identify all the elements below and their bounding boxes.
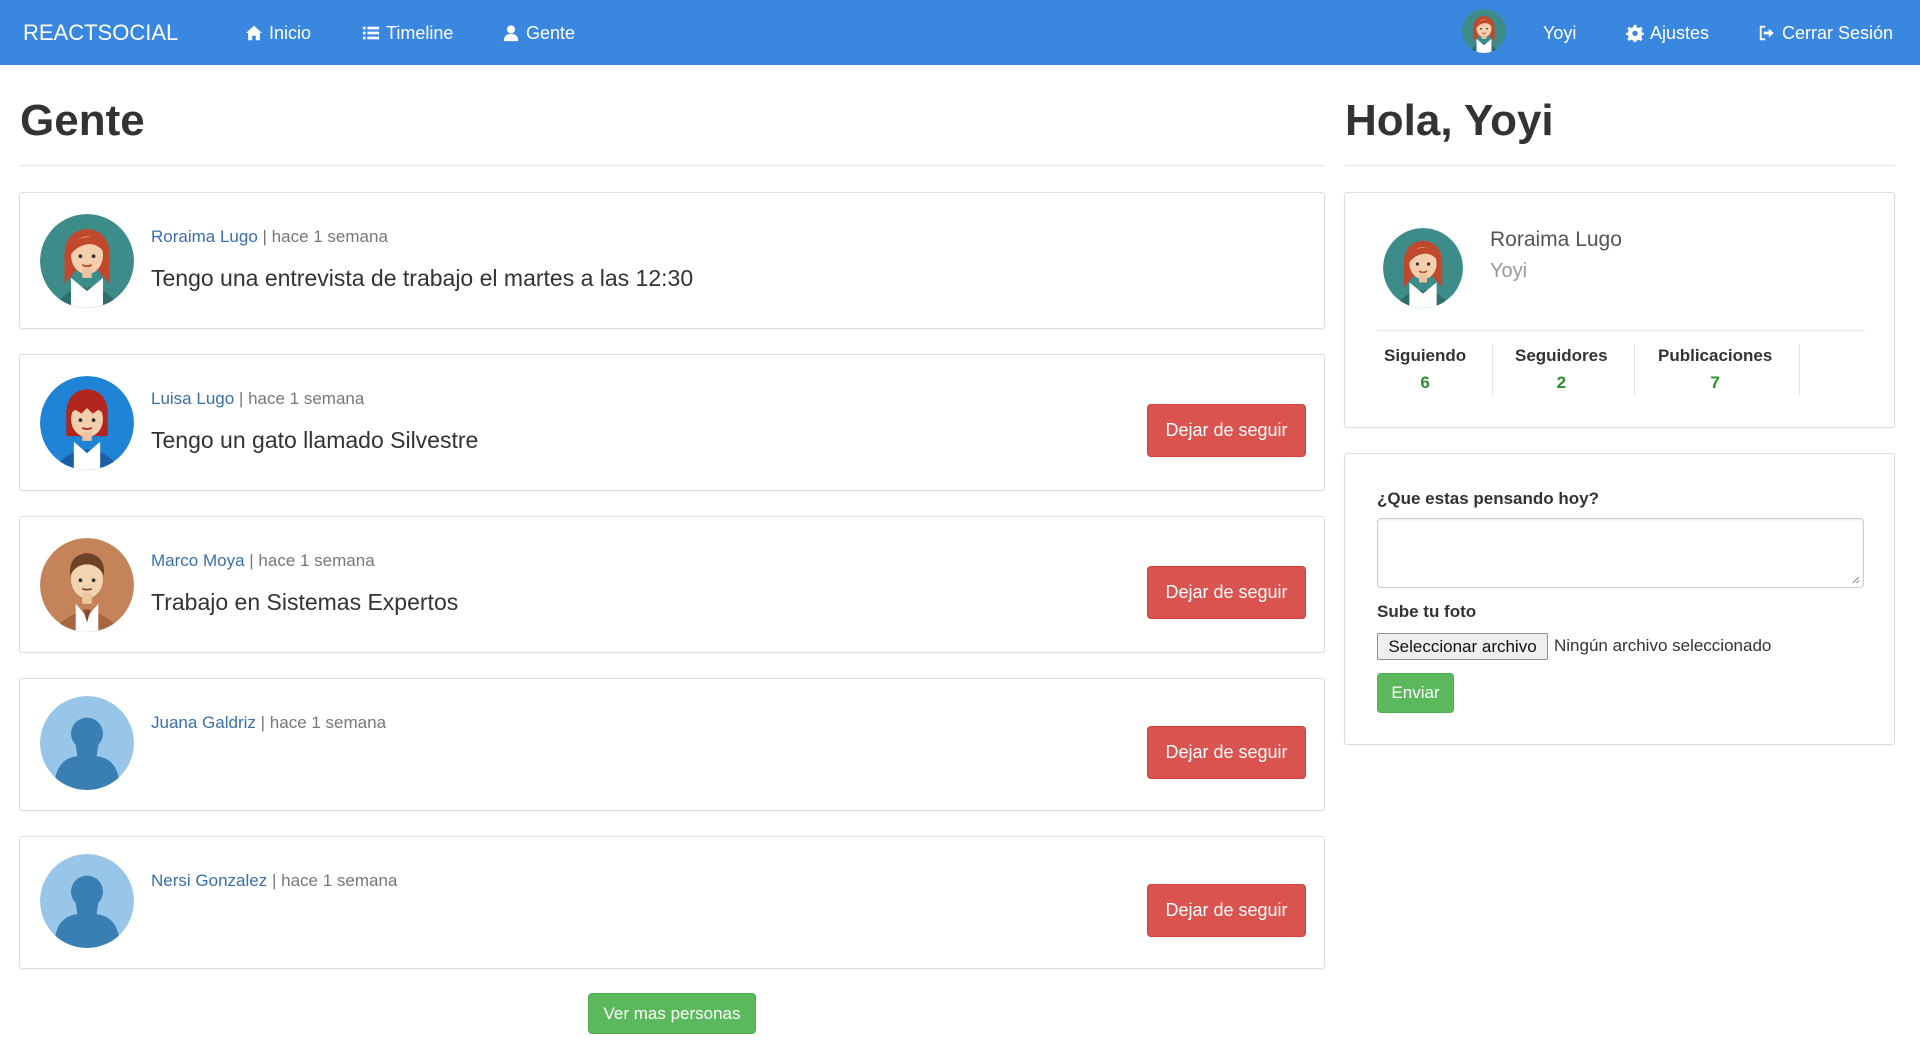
person-meta: Nersi Gonzalez | hace 1 semana: [151, 871, 397, 891]
person-bio: Trabajo en Sistemas Expertos: [151, 589, 459, 615]
woman-redhair-avatar-icon: [1462, 9, 1506, 53]
default-user-avatar-icon: [40, 854, 134, 948]
stat-label: Publicaciones: [1658, 346, 1773, 365]
person-meta: Roraima Lugo | hace 1 semana: [151, 227, 388, 247]
meta-separator: |: [271, 871, 277, 890]
person-card: Juana Galdriz | hace 1 semana Dejar de s…: [19, 678, 1325, 811]
user-icon: [503, 25, 519, 42]
top-navbar: REACTSOCIAL Inicio Timeline Gente Yoyi A…: [0, 0, 1920, 65]
stat-label: Siguiendo: [1384, 346, 1467, 365]
profile-divider: [1377, 330, 1865, 331]
person-meta: Juana Galdriz | hace 1 semana: [151, 713, 386, 733]
file-status: Ningún archivo seleccionado: [1554, 636, 1772, 655]
person-time: hace 1 semana: [281, 871, 398, 890]
person-time: hace 1 semana: [258, 551, 375, 570]
file-select-button[interactable]: Seleccionar archivo: [1377, 633, 1548, 660]
nav-link-settings[interactable]: Ajustes: [1626, 22, 1709, 44]
stat-value: 7: [1710, 373, 1720, 392]
post-question-label: ¿Que estas pensando hoy?: [1377, 489, 1599, 508]
post-textarea[interactable]: [1377, 518, 1864, 588]
logout-icon: [1759, 25, 1774, 41]
stat-separator: [1634, 344, 1635, 396]
stat-separator: [1799, 344, 1800, 396]
stat-following[interactable]: Siguiendo 6: [1384, 346, 1466, 393]
stat-value: 2: [1556, 373, 1567, 392]
home-icon: [245, 25, 263, 41]
nav-link-logout[interactable]: Cerrar Sesión: [1758, 22, 1893, 44]
person-time: hace 1 semana: [269, 713, 387, 732]
nav-link-gente-label: Gente: [526, 22, 576, 43]
page-title: Gente: [20, 96, 145, 145]
person-card: Marco Moya | hace 1 semana Trabajo en Si…: [19, 516, 1325, 653]
woman-bangs-avatar-icon: [40, 376, 134, 470]
profile-card: Roraima Lugo Yoyi Siguiendo 6 Seguidores…: [1344, 192, 1895, 428]
list-icon: [362, 26, 380, 40]
person-time: hace 1 semana: [248, 389, 365, 408]
stat-posts[interactable]: Publicaciones 7: [1658, 346, 1772, 393]
unfollow-button[interactable]: Dejar de seguir: [1147, 726, 1306, 779]
person-name-link[interactable]: Marco Moya: [151, 551, 245, 570]
profile-nick: Yoyi: [1490, 260, 1528, 282]
nav-link-timeline[interactable]: Timeline: [362, 22, 453, 44]
title-divider: [20, 165, 1324, 166]
sidebar-greeting: Hola, Yoyi: [1345, 96, 1554, 145]
profile-name: Roraima Lugo: [1490, 228, 1622, 251]
meta-separator: |: [249, 551, 254, 570]
upload-label: Sube tu foto: [1377, 602, 1477, 621]
person-meta: Marco Moya | hace 1 semana: [151, 551, 375, 571]
person-name-link[interactable]: Nersi Gonzalez: [151, 871, 267, 890]
person-avatar[interactable]: [40, 854, 134, 948]
nav-link-timeline-label: Timeline: [386, 22, 454, 43]
person-name-link[interactable]: Juana Galdriz: [151, 713, 256, 732]
meta-separator: |: [260, 713, 266, 732]
meta-separator: |: [238, 389, 244, 408]
nav-link-gente[interactable]: Gente: [502, 22, 575, 44]
stat-label: Seguidores: [1515, 346, 1608, 365]
nav-link-logout-label: Cerrar Sesión: [1782, 22, 1894, 43]
unfollow-button[interactable]: Dejar de seguir: [1147, 404, 1306, 457]
more-people-button[interactable]: Ver mas personas: [588, 993, 756, 1034]
person-name-link[interactable]: Roraima Lugo: [151, 227, 258, 246]
brand-link[interactable]: REACTSOCIAL: [23, 20, 178, 46]
unfollow-button[interactable]: Dejar de seguir: [1147, 566, 1306, 619]
person-name-link[interactable]: Luisa Lugo: [151, 389, 234, 408]
woman-redhair-avatar-icon: [1383, 228, 1463, 308]
person-card: Roraima Lugo | hace 1 semana Tengo una e…: [19, 192, 1325, 329]
person-avatar[interactable]: [40, 538, 134, 632]
person-card: Luisa Lugo | hace 1 semana Tengo un gato…: [19, 354, 1325, 491]
woman-redhair-avatar-icon: [40, 214, 134, 308]
person-bio: Tengo un gato llamado Silvestre: [151, 427, 479, 453]
resize-grip-icon: [1852, 576, 1860, 584]
person-time: hace 1 semana: [271, 227, 388, 246]
nav-link-settings-label: Ajustes: [1650, 22, 1710, 43]
sidebar-divider: [1345, 165, 1895, 166]
meta-separator: |: [262, 227, 267, 246]
person-card: Nersi Gonzalez | hace 1 semana Dejar de …: [19, 836, 1325, 969]
profile-avatar[interactable]: [1383, 228, 1463, 308]
unfollow-button[interactable]: Dejar de seguir: [1147, 884, 1306, 937]
person-bio: Tengo una entrevista de trabajo el marte…: [151, 265, 694, 291]
man-avatar-icon: [40, 538, 134, 632]
person-avatar[interactable]: [40, 376, 134, 470]
stat-value: 6: [1420, 373, 1430, 392]
submit-button[interactable]: Enviar: [1377, 673, 1454, 713]
gear-icon: [1626, 24, 1644, 42]
stat-followers[interactable]: Seguidores 2: [1515, 346, 1608, 393]
navbar-avatar[interactable]: [1462, 9, 1506, 53]
person-meta: Luisa Lugo | hace 1 semana: [151, 389, 364, 409]
nav-user-name: Yoyi: [1543, 22, 1577, 43]
default-user-avatar-icon: [40, 696, 134, 790]
nav-link-inicio-label: Inicio: [269, 22, 312, 43]
stat-separator: [1492, 344, 1493, 396]
nav-link-profile[interactable]: Yoyi: [1543, 22, 1576, 44]
person-avatar[interactable]: [40, 214, 134, 308]
nav-link-inicio[interactable]: Inicio: [245, 22, 311, 44]
person-avatar[interactable]: [40, 696, 134, 790]
